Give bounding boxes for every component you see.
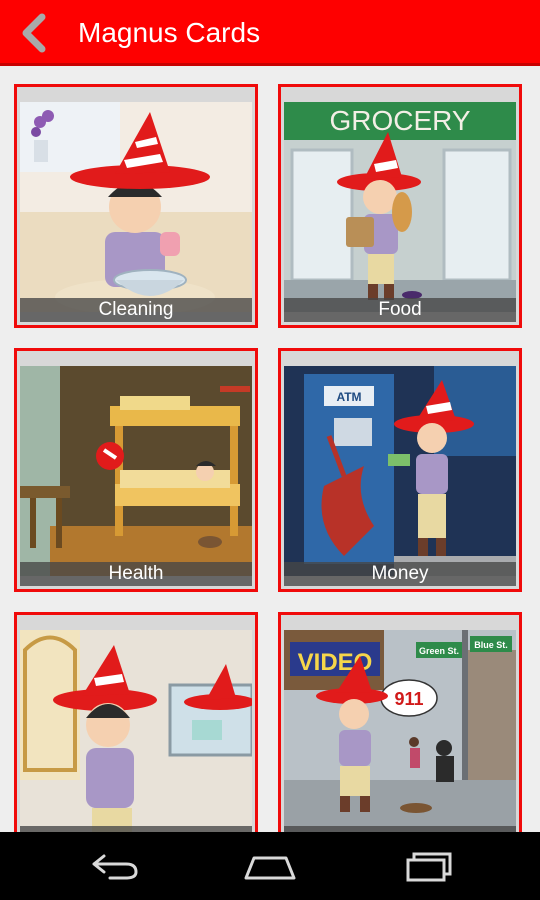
app-bar: Magnus Cards bbox=[0, 0, 540, 66]
card-health[interactable]: Health bbox=[14, 348, 258, 592]
system-nav-bar bbox=[0, 832, 540, 900]
money-illustration: ATM bbox=[284, 366, 516, 576]
card-money[interactable]: ATM Money bbox=[278, 348, 522, 592]
card-label: Money bbox=[284, 562, 516, 586]
cleaning-illustration bbox=[20, 102, 252, 312]
nav-recents-button[interactable] bbox=[398, 848, 458, 884]
street-sign-green: Green St. bbox=[419, 646, 459, 656]
back-icon bbox=[92, 854, 138, 880]
card-hygiene[interactable] bbox=[14, 612, 258, 832]
card-label: Cleaning bbox=[20, 298, 252, 322]
nav-home-button[interactable] bbox=[240, 848, 300, 884]
page-title: Magnus Cards bbox=[78, 17, 261, 48]
safety-illustration: VIDEO Green St. Blue St. 911 bbox=[284, 630, 516, 832]
home-icon bbox=[244, 856, 296, 880]
recents-icon bbox=[406, 852, 452, 882]
card-label: Food bbox=[284, 298, 516, 322]
atm-sign: ATM bbox=[336, 390, 361, 404]
health-illustration bbox=[20, 366, 252, 576]
chevron-left-icon bbox=[22, 13, 46, 53]
street-sign-blue: Blue St. bbox=[474, 640, 508, 650]
food-illustration: GROCERY bbox=[284, 102, 516, 312]
card-safety[interactable]: VIDEO Green St. Blue St. 911 bbox=[278, 612, 522, 832]
card-label: Health bbox=[20, 562, 252, 586]
back-button[interactable] bbox=[16, 13, 52, 53]
speech-bubble-911: 911 bbox=[394, 689, 423, 709]
nav-back-button[interactable] bbox=[82, 848, 142, 884]
grocery-sign: GROCERY bbox=[329, 105, 470, 136]
hygiene-illustration bbox=[20, 630, 252, 832]
card-cleaning[interactable]: Cleaning bbox=[14, 84, 258, 328]
card-food[interactable]: GROCERY Food bbox=[278, 84, 522, 328]
card-grid: Cleaning GROCERY Food Health ATM Money V… bbox=[0, 66, 540, 832]
